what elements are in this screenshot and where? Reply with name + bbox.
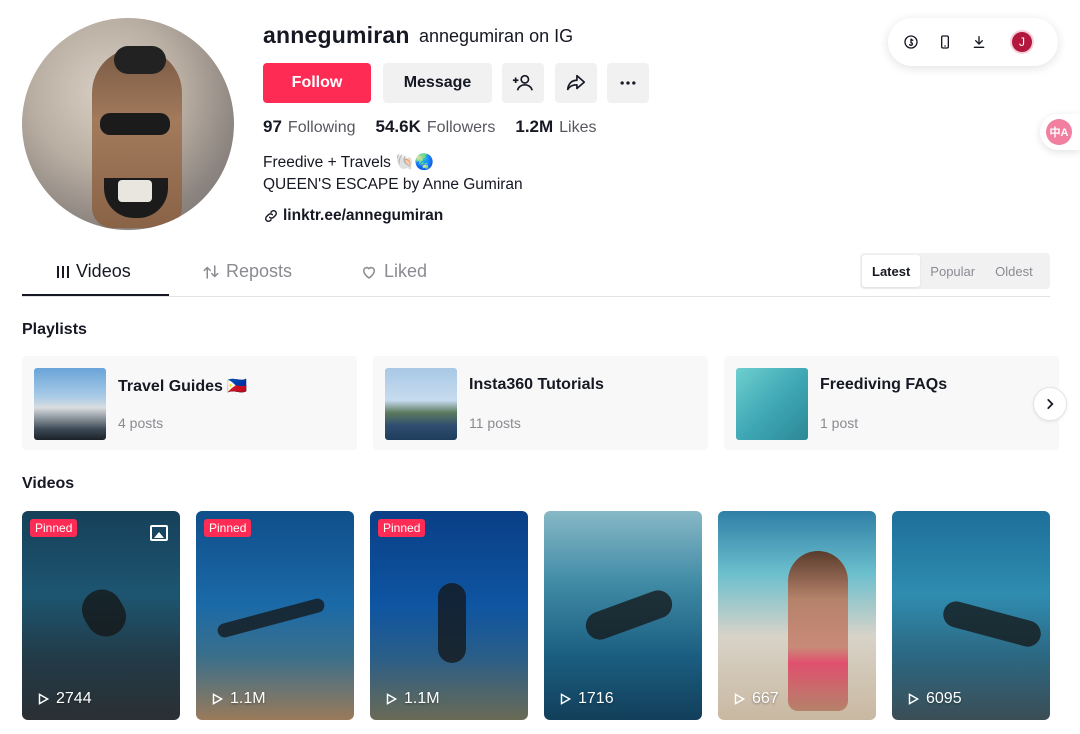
tab-videos[interactable]: Videos	[56, 261, 131, 282]
video-card[interactable]: Pinned 2744	[22, 511, 180, 720]
stat-following[interactable]: 97 Following	[263, 117, 356, 137]
sort-popular[interactable]: Popular	[920, 255, 985, 287]
playlist-thumbnail	[385, 368, 457, 440]
avatar-detail	[100, 113, 170, 135]
tab-reposts[interactable]: Reposts	[202, 261, 292, 282]
view-count: 1.1M	[210, 690, 266, 708]
view-count: 2744	[36, 690, 92, 708]
playlist-name: Insta360 Tutorials	[469, 376, 604, 393]
top-toolbar: J	[888, 18, 1058, 66]
share-button[interactable]	[555, 63, 597, 103]
sort-oldest[interactable]: Oldest	[985, 255, 1043, 287]
tiktok-icon[interactable]	[902, 33, 920, 51]
link-icon	[265, 210, 277, 222]
translate-icon: 中A	[1046, 119, 1072, 145]
profile-stats: 97 Following 54.6K Followers 1.2M Likes	[263, 117, 597, 137]
grid-icon	[57, 265, 69, 278]
video-card[interactable]: Pinned 1.1M	[196, 511, 354, 720]
link-text: linktr.ee/annegumiran	[283, 207, 444, 224]
play-icon	[908, 693, 920, 705]
sort-latest[interactable]: Latest	[862, 255, 921, 287]
avatar-detail	[118, 180, 152, 202]
tab-liked[interactable]: Liked	[360, 261, 427, 282]
photo-icon	[150, 525, 168, 541]
add-user-icon	[512, 74, 533, 91]
playlist-thumbnail	[736, 368, 808, 440]
playlist-card[interactable]: Freediving FAQs 1 post	[724, 356, 1059, 450]
play-icon	[38, 693, 50, 705]
playlist-name: Freediving FAQs	[820, 376, 948, 393]
share-icon	[566, 74, 586, 91]
add-friend-button[interactable]	[502, 63, 544, 103]
playlist-count: 4 posts	[118, 415, 164, 431]
playlist-card[interactable]: Insta360 Tutorials 11 posts	[373, 356, 708, 450]
video-card[interactable]: 6095	[892, 511, 1050, 720]
playlist-next-button[interactable]	[1033, 387, 1067, 421]
view-count: 1716	[558, 690, 614, 708]
translate-widget[interactable]: 中A	[1040, 114, 1080, 150]
playlist-count: 11 posts	[469, 415, 521, 431]
playlist-count: 1 post	[820, 415, 859, 431]
profile-link[interactable]: linktr.ee/annegumiran	[263, 207, 443, 225]
phone-icon[interactable]	[936, 33, 954, 51]
view-count: 667	[732, 690, 779, 708]
video-subject	[940, 598, 1044, 650]
video-subject	[581, 586, 677, 644]
pinned-badge: Pinned	[204, 519, 252, 537]
chevron-right-icon	[1047, 399, 1054, 409]
playlist-thumbnail	[34, 368, 106, 440]
playlists-heading: Playlists	[22, 321, 87, 338]
play-icon	[386, 693, 398, 705]
play-icon	[212, 693, 224, 705]
sort-toggle: Latest Popular Oldest	[860, 253, 1050, 289]
follow-button[interactable]: Follow	[263, 63, 371, 103]
stat-followers[interactable]: 54.6K Followers	[376, 117, 496, 137]
download-icon[interactable]	[970, 33, 988, 51]
videos-heading: Videos	[22, 475, 75, 492]
more-icon	[620, 81, 636, 85]
video-card[interactable]: Pinned 1.1M	[370, 511, 528, 720]
video-subject	[788, 551, 848, 711]
profile-username: annegumiran	[263, 22, 410, 48]
play-icon	[734, 693, 746, 705]
playlist-card[interactable]: Travel Guides 🇵🇭 4 posts	[22, 356, 357, 450]
playlist-name: Travel Guides 🇵🇭	[118, 378, 248, 395]
video-subject	[74, 582, 134, 644]
pinned-badge: Pinned	[378, 519, 426, 537]
heart-icon	[362, 266, 376, 279]
profile-nickname: annegumiran on IG	[419, 26, 574, 46]
video-subject	[216, 597, 326, 639]
play-icon	[560, 693, 572, 705]
view-count: 6095	[906, 690, 962, 708]
video-card[interactable]: 1716	[544, 511, 702, 720]
bio-line: Freedive + Travels 🐚🌏	[263, 154, 434, 171]
profile-avatar[interactable]	[22, 18, 234, 230]
video-subject	[438, 583, 466, 663]
active-tab-indicator	[22, 294, 169, 296]
avatar-mask	[114, 46, 166, 74]
bio-line: QUEEN'S ESCAPE by Anne Gumiran	[263, 176, 523, 193]
more-button[interactable]	[607, 63, 649, 103]
pinned-badge: Pinned	[30, 519, 78, 537]
video-card[interactable]: 667	[718, 511, 876, 720]
view-count: 1.1M	[384, 690, 440, 708]
profile-bio: Freedive + Travels 🐚🌏 QUEEN'S ESCAPE by …	[263, 152, 523, 196]
repost-icon	[203, 264, 219, 279]
user-avatar[interactable]: J	[1010, 30, 1034, 54]
message-button[interactable]: Message	[383, 63, 492, 103]
stat-likes: 1.2M Likes	[515, 117, 597, 136]
